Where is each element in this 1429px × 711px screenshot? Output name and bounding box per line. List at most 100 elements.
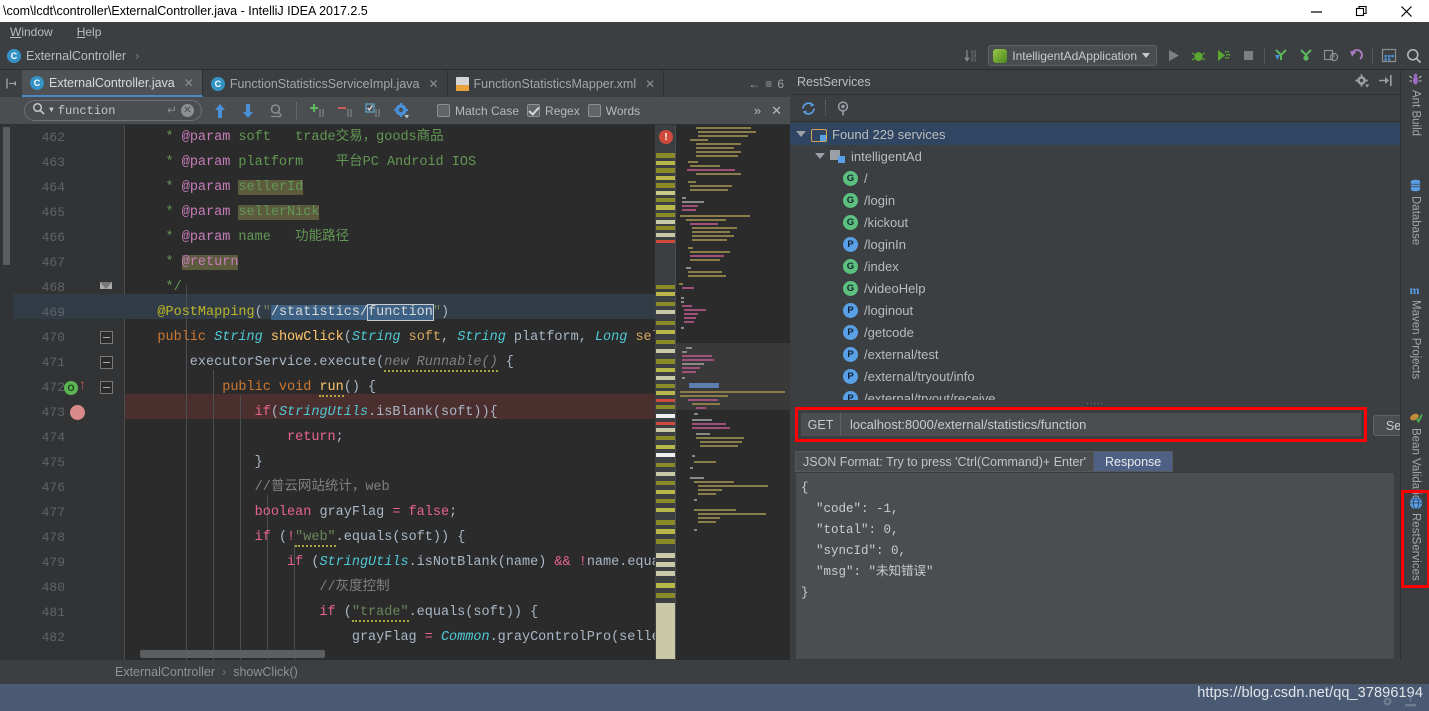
code-line[interactable]: if(StringUtils.isBlank(soft)){ [125, 400, 498, 425]
code-line[interactable]: public String showClick(String soft, Str… [125, 325, 700, 350]
fold-marker[interactable] [100, 331, 113, 344]
tree-node-endpoint[interactable]: G /kickout [790, 211, 1400, 233]
close-findbar-icon[interactable]: ✕ [771, 103, 782, 119]
tree-node-root[interactable]: Found 229 services [790, 123, 1400, 145]
editor-tab-function-statistics-mapper[interactable]: FunctionStatisticsMapper.xml ✕ [448, 70, 665, 97]
breadcrumb-method[interactable]: showClick() [233, 665, 298, 679]
refresh-icon[interactable] [797, 97, 819, 119]
breakpoint-icon[interactable] [70, 405, 85, 420]
chevron-down-icon[interactable] [815, 153, 825, 159]
tool-tab-maven-projects[interactable]: m Maven Projects [1401, 282, 1429, 379]
minimize-icon[interactable] [1294, 0, 1339, 22]
search-input-value[interactable]: function [58, 104, 163, 118]
android-avd-manager-icon[interactable] [1380, 47, 1398, 65]
pin-tab-icon[interactable] [0, 70, 22, 97]
code-line[interactable]: if (!"web".equals(soft)) { [125, 525, 465, 550]
commit-changes-icon[interactable] [1297, 47, 1315, 65]
fold-marker[interactable] [100, 356, 113, 369]
compare-with-branch-icon[interactable] [1322, 47, 1340, 65]
code-line[interactable]: * @param name 功能路径 [125, 225, 350, 250]
clear-search-icon[interactable]: ✕ [181, 104, 194, 117]
run-with-coverage-icon[interactable] [1214, 47, 1232, 65]
hide-panel-icon[interactable] [1378, 74, 1393, 90]
revert-icon[interactable] [1347, 47, 1365, 65]
override-method-icon[interactable]: O [64, 381, 78, 395]
close-icon[interactable] [1384, 0, 1429, 22]
code-line[interactable]: public void run() { [125, 375, 376, 400]
code-line[interactable]: * @return [125, 250, 239, 275]
tree-node-endpoint[interactable]: G /videoHelp [790, 277, 1400, 299]
breadcrumb-label[interactable]: ExternalController [26, 49, 126, 63]
code-line[interactable]: //普云网站统计，web [125, 475, 390, 500]
search-everywhere-icon[interactable] [1405, 47, 1423, 65]
find-previous-icon[interactable] [210, 101, 230, 121]
code-line[interactable]: * @param platform 平台PC Android IOS [125, 150, 477, 175]
breadcrumb-class[interactable]: ExternalController [115, 665, 215, 679]
close-tab-icon[interactable]: ✕ [645, 77, 655, 91]
vertical-scrollbar-thumb[interactable] [3, 127, 10, 265]
tree-node-endpoint[interactable]: G / [790, 167, 1400, 189]
editor-horizontal-scrollbar[interactable] [125, 650, 680, 658]
tree-node-endpoint[interactable]: P /getcode [790, 321, 1400, 343]
code-line[interactable]: //灰度控制 [125, 575, 389, 600]
tree-node-endpoint[interactable]: P /external/test [790, 343, 1400, 365]
code-editor[interactable]: 462 463 464 465 466 467 468 469 470 471 … [0, 125, 790, 660]
run-configuration-selector[interactable]: IntelligentAdApplication [988, 45, 1157, 66]
fold-marker[interactable] [100, 381, 113, 394]
tab-overflow-controls[interactable]: ← ≡ 6 [748, 70, 790, 97]
find-service-icon[interactable] [832, 97, 854, 119]
tree-node-endpoint[interactable]: P /loginout [790, 299, 1400, 321]
run-icon[interactable] [1164, 47, 1182, 65]
checkbox-box[interactable] [437, 104, 450, 117]
tool-tab-database[interactable]: Database [1401, 178, 1429, 245]
gear-icon[interactable] [1381, 695, 1394, 711]
code-line[interactable]: } [125, 450, 263, 475]
rest-services-tree[interactable]: Found 229 services intelligentAd G / G /… [790, 123, 1400, 400]
menu-item-help[interactable]: Help [73, 24, 106, 40]
more-options-icon[interactable]: » [754, 103, 761, 118]
regex-checkbox[interactable]: Regex [527, 104, 580, 118]
search-history-caret-icon[interactable]: ▼ [49, 106, 54, 115]
gear-icon[interactable] [391, 101, 411, 121]
code-line[interactable]: if (StringUtils.isNotBlank(name) && !nam… [125, 550, 684, 575]
stop-icon[interactable] [1239, 47, 1257, 65]
tree-node-endpoint[interactable]: G /index [790, 255, 1400, 277]
code-line[interactable]: * @param soft trade交易，goods商品 [125, 125, 444, 150]
code-line[interactable]: return; [125, 425, 344, 450]
tree-node-module[interactable]: intelligentAd [790, 145, 1400, 167]
editor-minimap[interactable] [676, 125, 790, 660]
json-format-hint-tab[interactable]: JSON Format: Try to press 'Ctrl(Command)… [795, 451, 1094, 472]
tree-node-endpoint[interactable]: G /login [790, 189, 1400, 211]
tree-node-endpoint[interactable]: P /external/tryout/info [790, 365, 1400, 387]
debug-icon[interactable] [1189, 47, 1207, 65]
code-line[interactable]: executorService.execute(new Runnable() { [125, 350, 514, 375]
words-checkbox[interactable]: Words [587, 104, 640, 118]
tree-node-endpoint[interactable]: P /loginIn [790, 233, 1400, 255]
close-tab-icon[interactable]: ✕ [428, 77, 438, 91]
fold-marker[interactable] [100, 282, 113, 295]
gear-icon[interactable] [1355, 73, 1370, 91]
hide-status-icon[interactable] [1404, 695, 1417, 711]
tab-list-icon[interactable]: ≡ [765, 77, 772, 91]
binary-toggle-icon[interactable]: 01 10 01 [963, 47, 981, 65]
http-method-selector[interactable]: GET [801, 413, 841, 436]
editor-tab-function-statistics-service-impl[interactable]: C FunctionStatisticsServiceImpl.java ✕ [203, 70, 448, 97]
scrollbar-thumb[interactable] [140, 650, 325, 658]
editor-tab-external-controller[interactable]: C ExternalController.java ✕ [22, 70, 203, 97]
response-body[interactable]: { "code": -1, "total": 0, "syncId": 0, "… [795, 472, 1395, 660]
checkbox-box[interactable] [587, 104, 601, 117]
remove-selection-icon[interactable] [335, 101, 355, 121]
tree-node-endpoint[interactable]: P /external/tryout/receive [790, 387, 1400, 400]
chevron-left-icon[interactable]: ← [748, 77, 760, 91]
close-tab-icon[interactable]: ✕ [184, 76, 194, 90]
search-input[interactable]: ▼ function ↵ ✕ [24, 100, 202, 121]
add-selection-icon[interactable] [307, 101, 327, 121]
match-case-checkbox[interactable]: Match Case [437, 104, 519, 118]
request-url-input[interactable]: localhost:8000/external/statistics/funct… [841, 413, 1361, 436]
tab-response[interactable]: Response [1093, 451, 1174, 472]
find-next-icon[interactable] [238, 101, 258, 121]
breadcrumb[interactable]: C ExternalController › [0, 48, 139, 63]
code-line[interactable]: * @param sellerId [125, 175, 304, 200]
update-project-icon[interactable] [1272, 47, 1290, 65]
menu-item-window[interactable]: Window [6, 24, 57, 40]
